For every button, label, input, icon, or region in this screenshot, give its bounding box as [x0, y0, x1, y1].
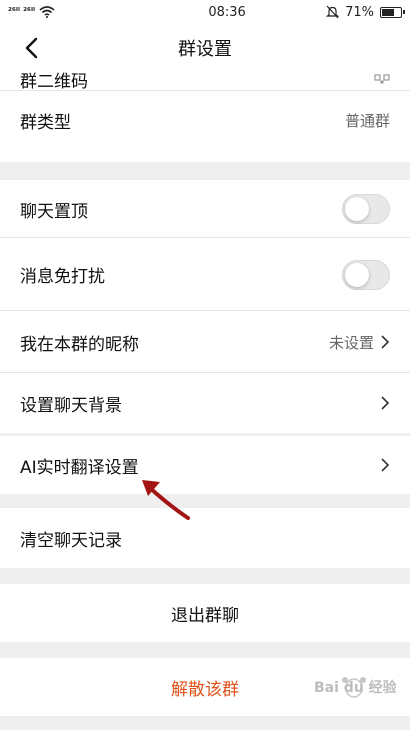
chat-background-row[interactable]: 设置聊天背景	[0, 373, 410, 433]
chevron-right-icon	[381, 458, 390, 472]
ai-translate-row[interactable]: AI实时翻译设置	[0, 436, 410, 494]
toggle-knob	[345, 262, 369, 287]
ai-translate-label: AI实时翻译设置	[20, 457, 139, 478]
chevron-right-icon	[381, 396, 390, 410]
pin-chat-row: 聊天置顶	[0, 180, 410, 238]
group-type-label: 群类型	[20, 112, 71, 133]
nickname-value: 未设置	[328, 333, 374, 352]
battery-icon	[380, 6, 405, 18]
mute-label: 消息免打扰	[20, 267, 105, 287]
mute-bell-icon	[326, 5, 340, 19]
group-type-row[interactable]: 群类型 普通群	[0, 91, 410, 149]
clear-history-label: 清空聊天记录	[20, 530, 122, 551]
toggle-knob	[345, 197, 369, 221]
chat-settings-section: 聊天置顶 消息免打扰 我在本群的昵称 未设置 设置聊天背景	[0, 180, 410, 433]
group-qr-label: 群二维码	[20, 72, 88, 90]
chevron-left-icon[interactable]	[20, 36, 44, 60]
qr-code-icon	[374, 74, 390, 84]
nickname-row[interactable]: 我在本群的昵称 未设置	[0, 311, 410, 373]
annotation-arrow	[142, 480, 190, 520]
nickname-label: 我在本群的昵称	[20, 334, 139, 355]
battery-percent: 71%	[345, 4, 374, 20]
group-type-value: 普通群	[344, 111, 390, 130]
baidu-watermark-logo: Bai du 经验	[314, 677, 396, 698]
clear-history-section: 清空聊天记录	[0, 508, 410, 568]
group-info-section: 群二维码 群类型 普通群	[0, 72, 410, 162]
signal-icon: ²⁶ᴵˡ ²⁶ᴵˡ	[8, 7, 36, 17]
ai-translate-section: AI实时翻译设置	[0, 436, 410, 494]
exit-group-section: 退出群聊	[0, 584, 410, 642]
chat-background-label: 设置聊天背景	[20, 395, 122, 416]
chevron-right-icon	[381, 335, 390, 349]
group-qr-row[interactable]: 群二维码	[0, 72, 410, 90]
mute-toggle[interactable]	[342, 259, 390, 290]
status-bar: ²⁶ᴵˡ ²⁶ᴵˡ 08:36 71%	[0, 0, 410, 24]
exit-group-button[interactable]: 退出群聊	[0, 584, 410, 642]
pin-chat-label: 聊天置顶	[20, 201, 88, 222]
watermark-text: Bai du 经验	[314, 679, 396, 696]
clock: 08:36	[208, 4, 246, 20]
wifi-icon	[39, 6, 55, 18]
page-title: 群设置	[178, 39, 232, 60]
mute-row: 消息免打扰	[0, 238, 410, 311]
nickname-value-wrap: 未设置	[329, 332, 390, 353]
clear-history-row[interactable]: 清空聊天记录	[0, 508, 410, 568]
pin-chat-toggle[interactable]	[342, 194, 390, 224]
nav-bar: 群设置	[0, 24, 410, 72]
